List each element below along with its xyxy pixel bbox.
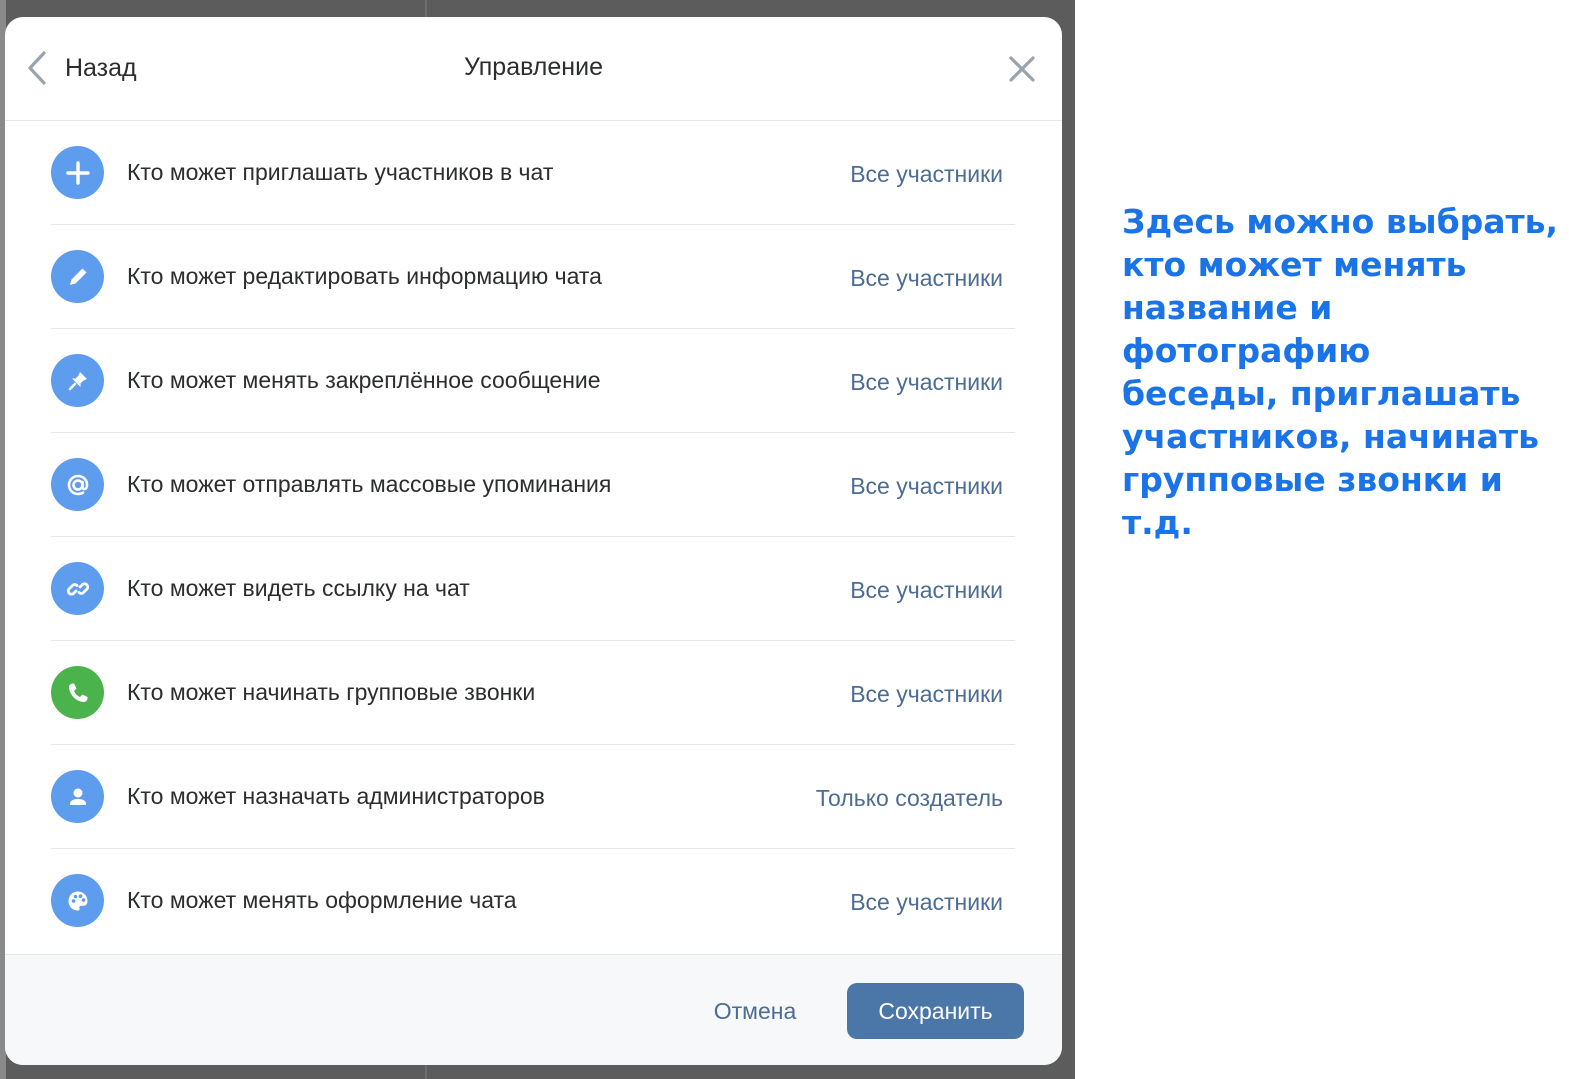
setting-value-link[interactable]: Все участники bbox=[850, 265, 1003, 292]
annotation-text: Здесь можно выбрать, кто может менять на… bbox=[1122, 200, 1562, 544]
annotation-line: групповые звонки и т.д. bbox=[1122, 460, 1503, 542]
annotation-line: кто может менять bbox=[1122, 245, 1467, 284]
palette-icon bbox=[51, 874, 104, 927]
setting-row-mass-mentions[interactable]: Кто может отправлять массовые упоминания… bbox=[51, 433, 1015, 537]
link-icon bbox=[51, 562, 104, 615]
backdrop-divider-top bbox=[425, 0, 427, 18]
annotation-line: участников, начинать bbox=[1122, 417, 1539, 456]
phone-icon bbox=[51, 666, 104, 719]
cancel-button[interactable]: Отмена bbox=[695, 983, 815, 1039]
close-icon bbox=[1009, 56, 1035, 82]
setting-label: Кто может назначать администраторов bbox=[127, 783, 545, 809]
setting-value-link[interactable]: Все участники bbox=[850, 369, 1003, 396]
setting-row-appearance[interactable]: Кто может менять оформление чата Все уча… bbox=[51, 849, 1015, 952]
annotation-line: беседы, приглашать bbox=[1122, 374, 1521, 413]
pin-icon bbox=[51, 354, 104, 407]
setting-value-link[interactable]: Все участники bbox=[850, 889, 1003, 916]
close-button[interactable] bbox=[1006, 53, 1038, 85]
setting-label: Кто может приглашать участников в чат bbox=[127, 159, 554, 185]
save-button[interactable]: Сохранить bbox=[847, 983, 1024, 1039]
setting-value-link[interactable]: Только создатель bbox=[816, 785, 1003, 812]
setting-label: Кто может отправлять массовые упоминания bbox=[127, 471, 612, 497]
setting-label: Кто может менять закреплённое сообщение bbox=[127, 367, 601, 393]
at-sign-icon bbox=[51, 458, 104, 511]
annotation-line: название и фотографию bbox=[1122, 288, 1371, 370]
setting-label: Кто может менять оформление чата bbox=[127, 887, 517, 913]
setting-row-group-calls[interactable]: Кто может начинать групповые звонки Все … bbox=[51, 641, 1015, 745]
setting-label: Кто может начинать групповые звонки bbox=[127, 679, 536, 705]
setting-row-chat-link[interactable]: Кто может видеть ссылку на чат Все участ… bbox=[51, 537, 1015, 641]
modal-title: Управление bbox=[464, 53, 603, 81]
setting-value-link[interactable]: Все участники bbox=[850, 577, 1003, 604]
backdrop-divider-bottom bbox=[425, 1065, 427, 1079]
setting-value-link[interactable]: Все участники bbox=[850, 681, 1003, 708]
modal-header: Назад Управление bbox=[5, 17, 1062, 121]
setting-label: Кто может редактировать информацию чата bbox=[127, 263, 602, 289]
setting-value-link[interactable]: Все участники bbox=[850, 473, 1003, 500]
annotation-line: Здесь можно выбрать, bbox=[1122, 202, 1559, 241]
setting-row-edit-info[interactable]: Кто может редактировать информацию чата … bbox=[51, 225, 1015, 329]
user-icon bbox=[51, 770, 104, 823]
setting-row-invite[interactable]: Кто может приглашать участников в чат Вс… bbox=[51, 121, 1015, 225]
setting-label: Кто может видеть ссылку на чат bbox=[127, 575, 470, 601]
settings-list: Кто может приглашать участников в чат Вс… bbox=[51, 121, 1015, 952]
pencil-icon bbox=[51, 250, 104, 303]
management-modal: Назад Управление Кто может приглашать уч… bbox=[5, 17, 1062, 1065]
setting-value-link[interactable]: Все участники bbox=[850, 161, 1003, 188]
modal-footer: Отмена Сохранить bbox=[5, 954, 1062, 1065]
setting-row-admins[interactable]: Кто может назначать администраторов Толь… bbox=[51, 745, 1015, 849]
setting-row-pinned-message[interactable]: Кто может менять закреплённое сообщение … bbox=[51, 329, 1015, 433]
plus-icon bbox=[51, 146, 104, 199]
